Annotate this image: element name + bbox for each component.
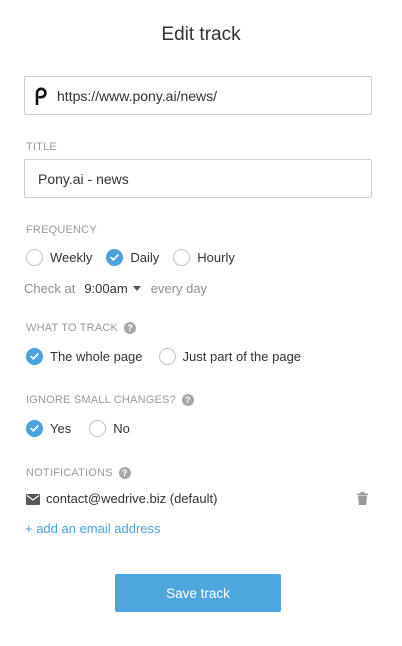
what-to-track-options: The whole page Just part of the page [26, 348, 301, 365]
frequency-option-weekly[interactable]: Weekly [26, 249, 92, 266]
track-option-whole-page[interactable]: The whole page [26, 348, 143, 365]
radio-checked-icon [106, 249, 124, 266]
every-day-label: every day [150, 281, 208, 296]
trash-icon[interactable] [357, 492, 368, 508]
email-address: contact@wedrive.biz (default) [46, 491, 218, 506]
ignore-small-changes-options: Yes No [26, 420, 130, 437]
check-at-label: Check at [24, 281, 76, 296]
track-option-part-of-page[interactable]: Just part of the page [158, 348, 301, 365]
title-field[interactable] [24, 159, 372, 198]
ignore-option-no[interactable]: No [89, 420, 130, 437]
save-track-button[interactable]: Save track [115, 574, 281, 612]
ignore-small-changes-label: IGNORE SMALL CHANGES? ? [26, 394, 194, 406]
radio-checked-icon [26, 420, 43, 437]
frequency-label: FREQUENCY [26, 224, 97, 236]
url-field[interactable] [24, 76, 372, 115]
radio-off-icon [158, 348, 176, 365]
add-email-link[interactable]: + add an email address [25, 521, 161, 536]
envelope-icon [26, 493, 40, 505]
check-at-row: Check at 9:00am every day [24, 281, 207, 296]
frequency-option-daily[interactable]: Daily [106, 249, 159, 266]
email-row: contact@wedrive.biz (default) [26, 491, 372, 506]
frequency-options: Weekly Daily Hourly [26, 249, 235, 266]
question-circle-icon[interactable]: ? [118, 467, 131, 479]
radio-checked-icon [26, 348, 43, 365]
question-circle-icon[interactable]: ? [124, 322, 137, 334]
page-title: Edit track [161, 24, 241, 45]
notifications-label: NOTIFICATIONS ? [26, 467, 131, 479]
time-select[interactable]: 9:00am [84, 281, 141, 296]
title-section-label: TITLE [26, 141, 57, 153]
ignore-option-yes[interactable]: Yes [26, 420, 71, 437]
question-circle-icon[interactable]: ? [181, 394, 194, 406]
radio-off-icon [26, 249, 43, 266]
what-to-track-label: WHAT TO TRACK ? [26, 322, 137, 334]
radio-off-icon [173, 249, 191, 266]
chevron-down-icon [132, 286, 141, 291]
frequency-option-hourly[interactable]: Hourly [173, 249, 235, 266]
radio-off-icon [89, 420, 107, 437]
title-input[interactable] [25, 160, 371, 197]
url-input[interactable] [57, 77, 371, 114]
pony-logo-icon [25, 77, 57, 114]
